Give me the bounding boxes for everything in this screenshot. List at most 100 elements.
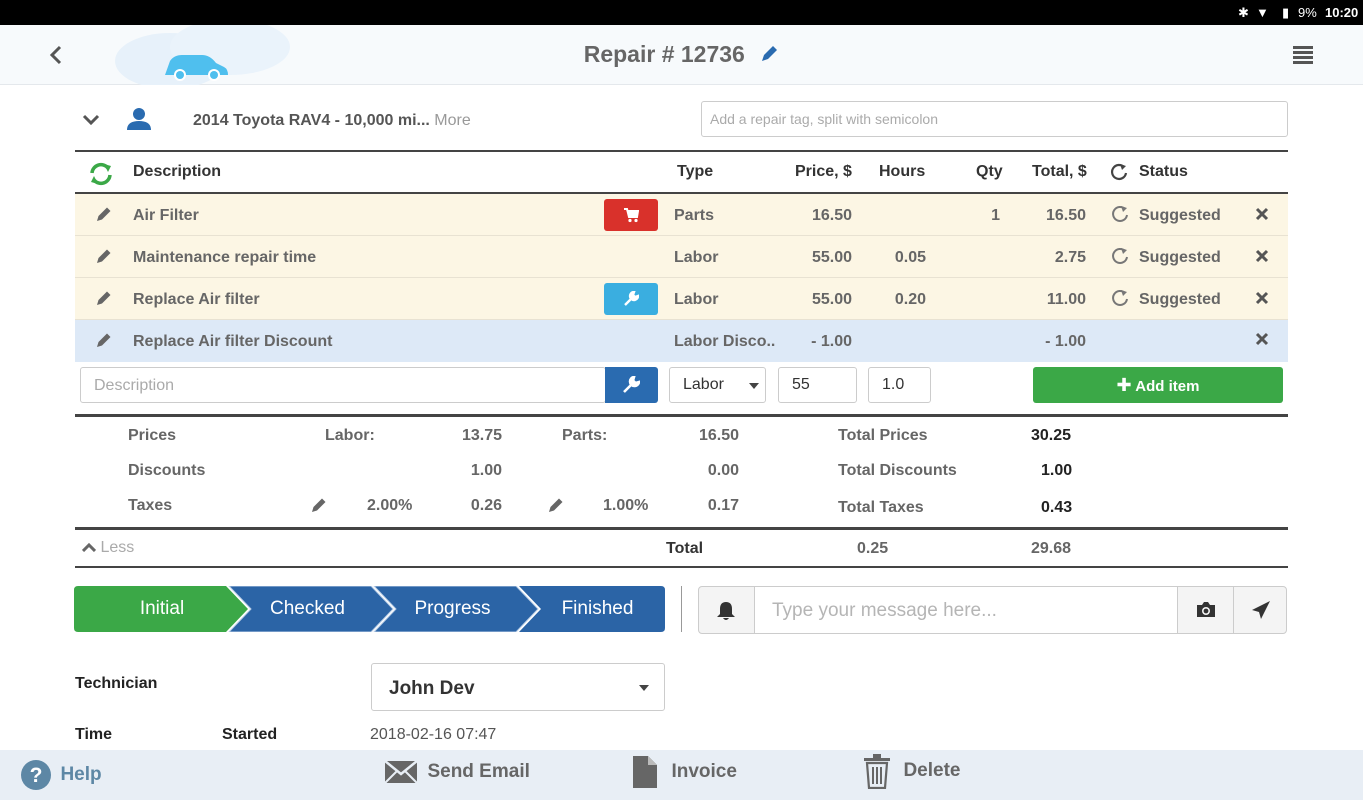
- remove-x-icon[interactable]: [1255, 291, 1269, 305]
- row-total: 2.75: [1054, 249, 1086, 266]
- description-placeholder: Description: [94, 377, 175, 394]
- refresh-icon[interactable]: [87, 160, 115, 188]
- step-finished[interactable]: Finished: [525, 586, 670, 632]
- status-cycle-icon[interactable]: [1111, 289, 1129, 307]
- row-status: Suggested: [1139, 291, 1221, 308]
- parts-tax: 0.17: [707, 497, 739, 514]
- bell-icon[interactable]: [717, 601, 735, 621]
- total-discounts-label: Total Discounts: [838, 462, 957, 479]
- repair-title-text: Repair # 12736: [583, 41, 745, 67]
- menu-icon[interactable]: [1293, 45, 1313, 65]
- grand-total: 29.68: [1031, 540, 1072, 557]
- message-bar: Type your message here...: [698, 586, 1287, 634]
- less-toggle[interactable]: Less: [81, 539, 135, 557]
- remove-x-icon[interactable]: [1255, 249, 1269, 263]
- col-description: Description: [133, 163, 222, 180]
- row-type: Parts: [674, 207, 715, 224]
- delete-button[interactable]: Delete: [863, 753, 961, 790]
- technician-select[interactable]: John Dev: [371, 663, 665, 711]
- table-row[interactable]: Replace Air filter Labor 55.00 0.20 11.0…: [75, 278, 1288, 320]
- row-type: Labor: [674, 249, 719, 266]
- edit-title-pencil-icon[interactable]: [759, 44, 779, 64]
- app-header: Repair # 12736: [0, 25, 1363, 85]
- table-row[interactable]: Replace Air filter Discount Labor Disco.…: [75, 320, 1288, 362]
- labor-tax-rate: 2.00%: [367, 497, 413, 514]
- total-hours: 0.25: [857, 540, 889, 557]
- hours-input[interactable]: 1.0: [868, 367, 931, 403]
- add-item-button[interactable]: ✚ Add item: [1033, 367, 1283, 403]
- customer-icon[interactable]: [126, 106, 152, 132]
- total-taxes-value: 0.43: [1041, 499, 1073, 516]
- row-hours: 0.05: [894, 249, 926, 266]
- row-price: - 1.00: [811, 333, 852, 350]
- edit-parts-tax-pencil-icon[interactable]: [547, 496, 565, 514]
- svg-text:?: ?: [30, 764, 43, 787]
- table-row[interactable]: Maintenance repair time Labor 55.00 0.05…: [75, 236, 1288, 278]
- status-cycle-icon[interactable]: [1111, 205, 1129, 223]
- prices-label: Prices: [128, 427, 177, 444]
- chevron-up-icon: [81, 542, 97, 553]
- parts-label: Parts:: [562, 427, 608, 444]
- remove-x-icon[interactable]: [1255, 207, 1269, 221]
- parts-tax-rate: 1.00%: [603, 497, 649, 514]
- row-status: Suggested: [1139, 249, 1221, 266]
- edit-labor-tax-pencil-icon[interactable]: [310, 496, 328, 514]
- total-discounts-value: 1.00: [1041, 462, 1073, 479]
- step-progress[interactable]: Progress: [380, 586, 525, 632]
- taxes-label: Taxes: [128, 497, 173, 514]
- send-email-button[interactable]: Send Email: [384, 758, 530, 786]
- status-bar: ✱ ▼ ▮ 9% 10:20: [0, 0, 1363, 25]
- bluetooth-icon: ✱: [1238, 5, 1249, 20]
- total-taxes-label: Total Taxes: [838, 499, 924, 516]
- wrench-icon: [624, 291, 639, 306]
- table-row[interactable]: Air Filter Parts 16.50 1 16.50 Suggested: [75, 194, 1288, 236]
- type-select[interactable]: Labor: [669, 367, 766, 403]
- edit-pencil-icon[interactable]: [95, 205, 113, 223]
- bottom-action-bar: ? Help Send Email Invoice Delete: [0, 750, 1363, 800]
- labor-wrench-button[interactable]: [604, 283, 658, 315]
- row-total: 16.50: [1045, 207, 1086, 224]
- invoice-button[interactable]: Invoice: [632, 755, 737, 789]
- row-description: Replace Air filter: [133, 291, 260, 308]
- vehicle-name: 2014 Toyota RAV4 - 10,000 mi...: [193, 112, 430, 129]
- parts-cart-button[interactable]: [604, 199, 658, 231]
- row-type: Labor Disco..: [674, 333, 776, 350]
- status-cycle-icon[interactable]: [1111, 247, 1129, 265]
- labor-tax: 0.26: [470, 497, 502, 514]
- send-icon[interactable]: [1251, 600, 1271, 620]
- page-title: Repair # 12736: [0, 41, 1363, 68]
- labor-type-button[interactable]: [605, 367, 658, 403]
- repair-tag-input[interactable]: Add a repair tag, split with semicolon: [701, 101, 1288, 137]
- send-email-label: Send Email: [427, 761, 530, 782]
- chevron-down-icon[interactable]: [82, 113, 100, 127]
- edit-pencil-icon[interactable]: [95, 331, 113, 349]
- price-input[interactable]: 55: [778, 367, 857, 403]
- edit-pencil-icon[interactable]: [95, 247, 113, 265]
- add-item-label: Add item: [1135, 378, 1200, 395]
- vehicle-more-link[interactable]: More: [434, 112, 470, 129]
- help-button[interactable]: ? Help: [20, 759, 102, 791]
- dropdown-caret-icon: [749, 383, 759, 389]
- status-refresh-icon[interactable]: [1110, 163, 1128, 181]
- step-checked[interactable]: Checked: [235, 586, 380, 632]
- technician-label: Technician: [75, 675, 158, 692]
- message-input[interactable]: Type your message here...: [754, 587, 1178, 633]
- camera-icon[interactable]: [1196, 600, 1216, 618]
- envelope-icon: [384, 760, 418, 784]
- less-label: Less: [100, 539, 135, 556]
- edit-pencil-icon[interactable]: [95, 289, 113, 307]
- row-status: Suggested: [1139, 207, 1221, 224]
- total-label: Total: [666, 540, 704, 557]
- new-item-description-input[interactable]: Description: [80, 367, 606, 403]
- wrench-icon: [623, 376, 640, 393]
- technician-value: John Dev: [389, 678, 475, 699]
- message-bar-separator: [1233, 587, 1234, 633]
- row-qty: 1: [991, 207, 1000, 224]
- step-initial[interactable]: Initial: [80, 586, 244, 632]
- help-label: Help: [60, 764, 102, 785]
- battery-level: 9%: [1298, 5, 1317, 20]
- row-description: Air Filter: [133, 207, 199, 224]
- delete-label: Delete: [903, 760, 961, 781]
- invoice-label: Invoice: [671, 761, 737, 782]
- remove-x-icon[interactable]: [1255, 332, 1269, 346]
